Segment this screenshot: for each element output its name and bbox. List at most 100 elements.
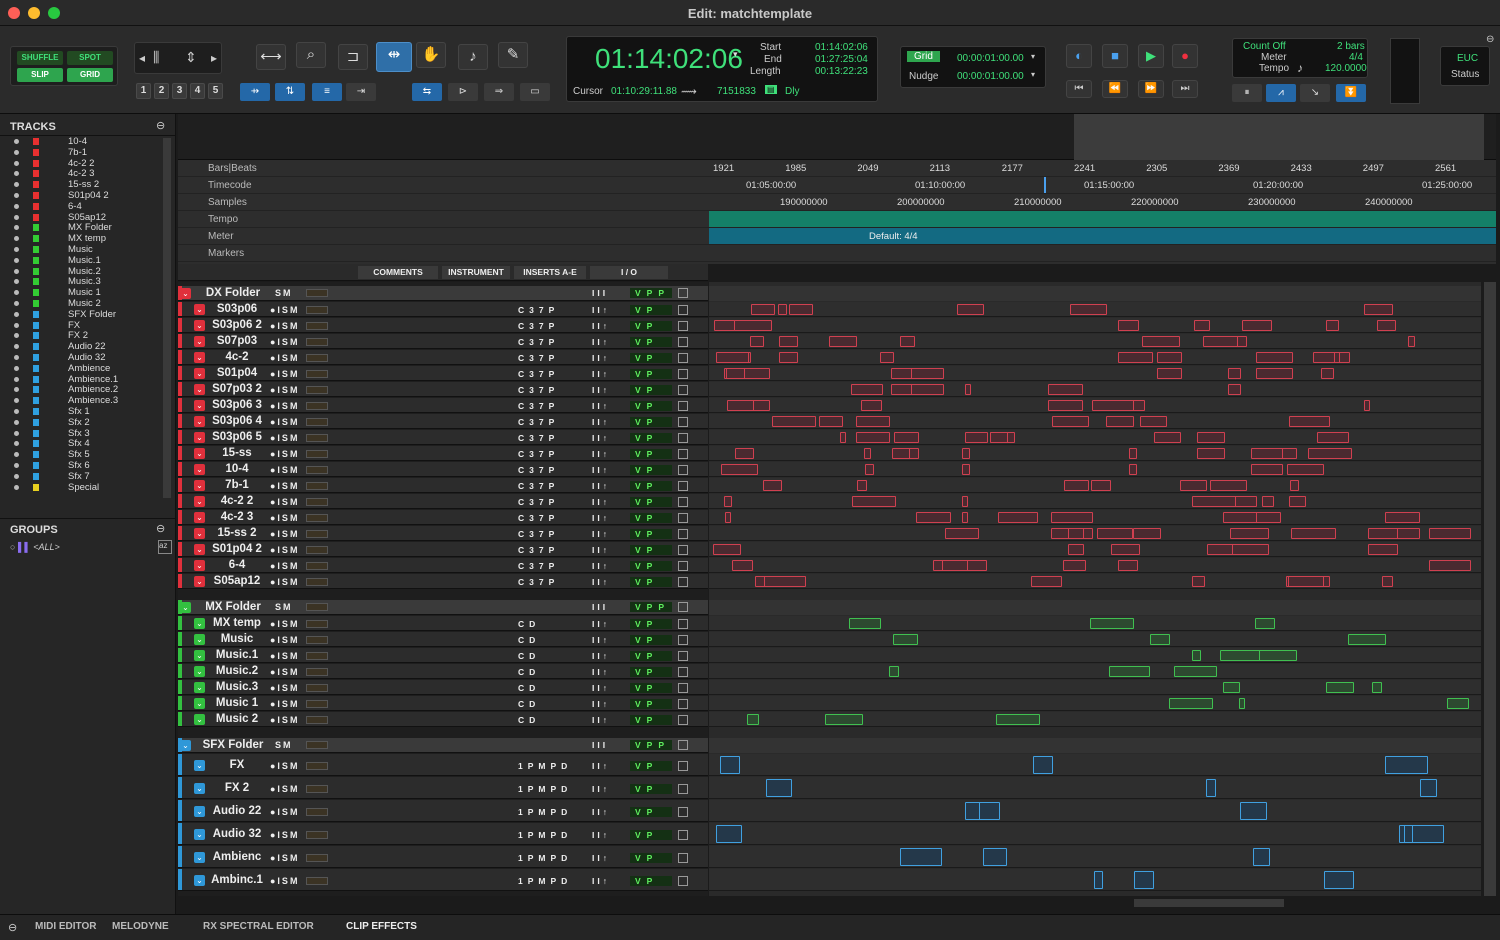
tracks-menu-icon[interactable]: ⊖ [156,119,165,132]
track-name[interactable]: S01p04 [206,367,268,379]
voice-playback-buttons[interactable]: VP [630,417,672,427]
track-color-box[interactable] [678,353,688,363]
show-hide-toggle[interactable] [14,484,19,490]
io-buttons[interactable]: II↑ [592,449,610,459]
audio-clip[interactable] [1447,698,1469,709]
voice-playback-buttons[interactable]: VP [630,369,672,379]
track-header[interactable]: ⌄ MX temp ●ISM CD II↑ VP [178,616,708,631]
audio-clip[interactable] [1150,634,1170,645]
scrubber-tool-icon[interactable]: ♪ [458,44,488,70]
audio-clip[interactable] [1429,560,1471,571]
voice-playback-buttons[interactable]: VP [630,497,672,507]
voice-playback-buttons[interactable]: VP [630,321,672,331]
track-view-toggle-icon[interactable]: ⌄ [194,336,205,347]
audio-clip[interactable] [1109,666,1150,677]
nudge-value[interactable]: 00:00:01:00.00 [957,71,1024,82]
vertical-zoom-icon[interactable]: ⇕ [185,49,197,66]
keyboard-focus-icon[interactable]: ⊳ [448,83,478,101]
go-to-end-icon[interactable]: ⏭ [1172,80,1198,98]
track-color-box[interactable] [678,760,688,771]
track-name[interactable]: S03p06 [206,303,268,315]
voice-playback-buttons[interactable]: VP [630,760,672,771]
bars-beats-ruler[interactable]: Bars|Beats 1921 1985 2049 2113 2177 2241 2305 23… [178,160,1496,177]
slip-mode-button[interactable]: SLIP [17,68,63,82]
track-list-item[interactable]: Sfx 3 [0,428,164,439]
audio-clip[interactable] [840,432,846,443]
track-color-box[interactable] [678,635,688,645]
trim-tool-icon[interactable]: ⊐ [338,44,368,70]
insert-slots[interactable]: CD [518,635,540,645]
track-header[interactable]: ⌄ Audio 32 ●ISM 1PMPD II↑ VP [178,823,708,845]
record-input-solo-mute-buttons[interactable]: ●ISM [270,761,299,771]
io-buttons[interactable]: II↑ [592,513,610,523]
audio-clip[interactable] [1242,320,1272,331]
track-color-box[interactable] [678,321,688,331]
audio-clip[interactable] [1230,528,1269,539]
tab-midi-editor[interactable]: MIDI EDITOR [35,921,96,932]
track-header[interactable]: ⌄ Music.1 ●ISM CD II↑ VP [178,648,708,663]
comments-column-header[interactable]: COMMENTS [358,266,438,279]
zoom-out-icon[interactable]: ◂ [139,51,145,65]
show-hide-toggle[interactable] [14,247,19,252]
zoom-preset-1[interactable]: 1 [136,83,151,99]
audio-clip[interactable] [724,496,732,507]
zoom-preset-3[interactable]: 3 [172,83,187,99]
audio-clip[interactable] [894,432,919,443]
record-input-solo-mute-buttons[interactable]: ●ISM [270,369,299,379]
insert-slots[interactable]: C37P [518,321,559,331]
audio-clip[interactable] [1169,698,1213,709]
track-view-toggle-icon[interactable]: ⌄ [194,352,205,363]
zoomer-range-icon[interactable]: ⟷ [256,44,286,70]
show-hide-toggle[interactable] [14,365,19,371]
io-column-header[interactable]: I / O [590,266,668,279]
record-input-solo-mute-buttons[interactable]: ●ISM [270,784,299,794]
track-name[interactable]: S03p06 4 [206,415,268,427]
record-input-solo-mute-buttons[interactable]: ●ISM [270,433,299,443]
audio-clip[interactable] [911,384,944,395]
audio-clip[interactable] [1289,496,1306,507]
folder-track-name[interactable]: MX Folder [198,601,268,613]
instrument-column-header[interactable]: INSTRUMENT [442,266,510,279]
track-view-toggle-icon[interactable]: ⌄ [194,464,205,475]
audio-clip[interactable] [856,432,890,443]
track-view-toggle-icon[interactable]: ⌄ [194,666,205,677]
track-view-toggle-icon[interactable]: ⌄ [194,304,205,315]
group-all-row[interactable]: ○ ▌▌ <ALL> [10,542,60,552]
track-name[interactable]: Music [206,633,268,645]
audio-clip[interactable] [1133,528,1161,539]
io-buttons[interactable]: II↑ [592,497,610,507]
track-list-item[interactable]: Sfx 5 [0,449,164,460]
track-name[interactable]: Music.2 [206,665,268,677]
track-color-box[interactable] [678,305,688,315]
audio-clip[interactable] [751,304,775,315]
track-color-box[interactable] [678,433,688,443]
audio-clip[interactable] [1364,304,1393,315]
track-name[interactable]: S05ap12 [206,575,268,587]
audio-clip[interactable] [1052,416,1089,427]
rewind-icon[interactable]: ⏪ [1102,80,1128,98]
record-input-solo-mute-buttons[interactable]: ●ISM [270,449,299,459]
group-edit-icon[interactable]: az [158,540,172,554]
track-view-toggle-icon[interactable]: ⌄ [194,384,205,395]
show-hide-toggle[interactable] [14,387,19,393]
track-list-item[interactable]: Ambience.1 [0,374,164,385]
voice-playback-buttons[interactable]: VP [630,433,672,443]
midi-merge-icon[interactable]: ↘ [1300,84,1330,102]
show-hide-toggle[interactable] [14,171,19,177]
insert-slots[interactable]: C37P [518,561,559,571]
audio-clip[interactable] [1256,352,1293,363]
track-color-box[interactable] [678,417,688,427]
track-color-box[interactable] [678,651,688,661]
track-header[interactable]: ⌄ S01p04 ●ISM C37P II↑ VP [178,366,708,381]
track-color-box[interactable] [678,699,688,709]
meter-ruler[interactable]: Meter Default: 4/4 [178,228,1496,245]
record-input-solo-mute-buttons[interactable]: ●ISM [270,853,299,863]
insert-slots[interactable]: CD [518,619,540,629]
main-counter[interactable]: 01:14:02:06 [595,43,743,75]
audio-clip[interactable] [864,448,871,459]
insert-slots[interactable]: 1PMPD [518,784,572,794]
io-buttons[interactable]: II↑ [592,635,610,645]
solo-mute-buttons[interactable]: SM [275,288,293,298]
track-header[interactable]: ⌄ FX 2 ●ISM 1PMPD II↑ VP [178,777,708,799]
track-view-toggle-icon[interactable]: ⌄ [194,512,205,523]
